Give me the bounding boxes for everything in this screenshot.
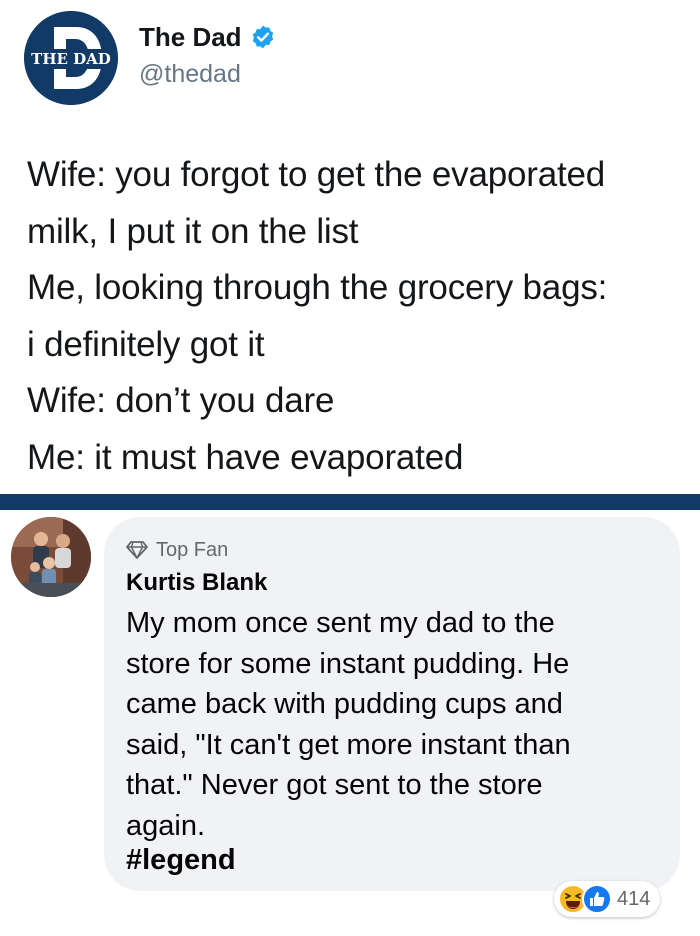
- display-name[interactable]: The Dad: [139, 22, 242, 52]
- tweet-line: Wife: don’t you dare: [27, 381, 335, 420]
- tweet-line: Wife: you forgot to get the evaporated: [27, 155, 606, 194]
- diamond-icon: [126, 540, 148, 560]
- commenter-avatar[interactable]: [11, 517, 91, 597]
- comment-line: store for some instant pudding. He: [126, 647, 570, 680]
- tweet-card: THE DAD The Dad @thedad Wife: you forgot…: [0, 0, 700, 494]
- comment-line: that." Never got sent to the store: [126, 769, 543, 801]
- commenter-name[interactable]: Kurtis Blank: [126, 568, 267, 598]
- reaction-count: 414: [617, 888, 651, 910]
- profile-avatar[interactable]: THE DAD: [24, 11, 118, 105]
- comment-bubble: Top Fan Kurtis Blank My mom once sent my…: [104, 517, 680, 891]
- user-handle[interactable]: @thedad: [139, 59, 241, 89]
- comment-text: My mom once sent my dad to the store for…: [126, 603, 646, 846]
- section-divider: [0, 494, 700, 510]
- comment-line: came back with pudding cups and: [126, 688, 563, 720]
- comment-section: Top Fan Kurtis Blank My mom once sent my…: [0, 510, 700, 936]
- tweet-line: Me: it must have evaporated: [27, 437, 464, 477]
- avatar-logo-text: THE DAD: [31, 50, 111, 68]
- tweet-text: Wife: you forgot to get the evaporated m…: [27, 147, 687, 486]
- tweet-line: i definitely got it: [27, 324, 265, 364]
- tweet-line: Me, looking through the grocery bags:: [27, 268, 608, 307]
- like-icon: [582, 884, 612, 914]
- tweet-author-row: The Dad: [139, 22, 276, 52]
- verified-badge-icon: [250, 24, 276, 50]
- badge-label: Top Fan: [156, 539, 229, 561]
- tweet-line: milk, I put it on the list: [27, 211, 359, 251]
- comment-line: said, "It can't get more instant than: [126, 728, 571, 761]
- comment-line: again.: [126, 809, 206, 842]
- top-fan-badge[interactable]: Top Fan: [126, 539, 228, 561]
- comment-line: My mom once sent my dad to the: [126, 607, 555, 639]
- hashtag-link[interactable]: #legend: [126, 842, 236, 878]
- reactions-summary[interactable]: 414: [554, 881, 661, 917]
